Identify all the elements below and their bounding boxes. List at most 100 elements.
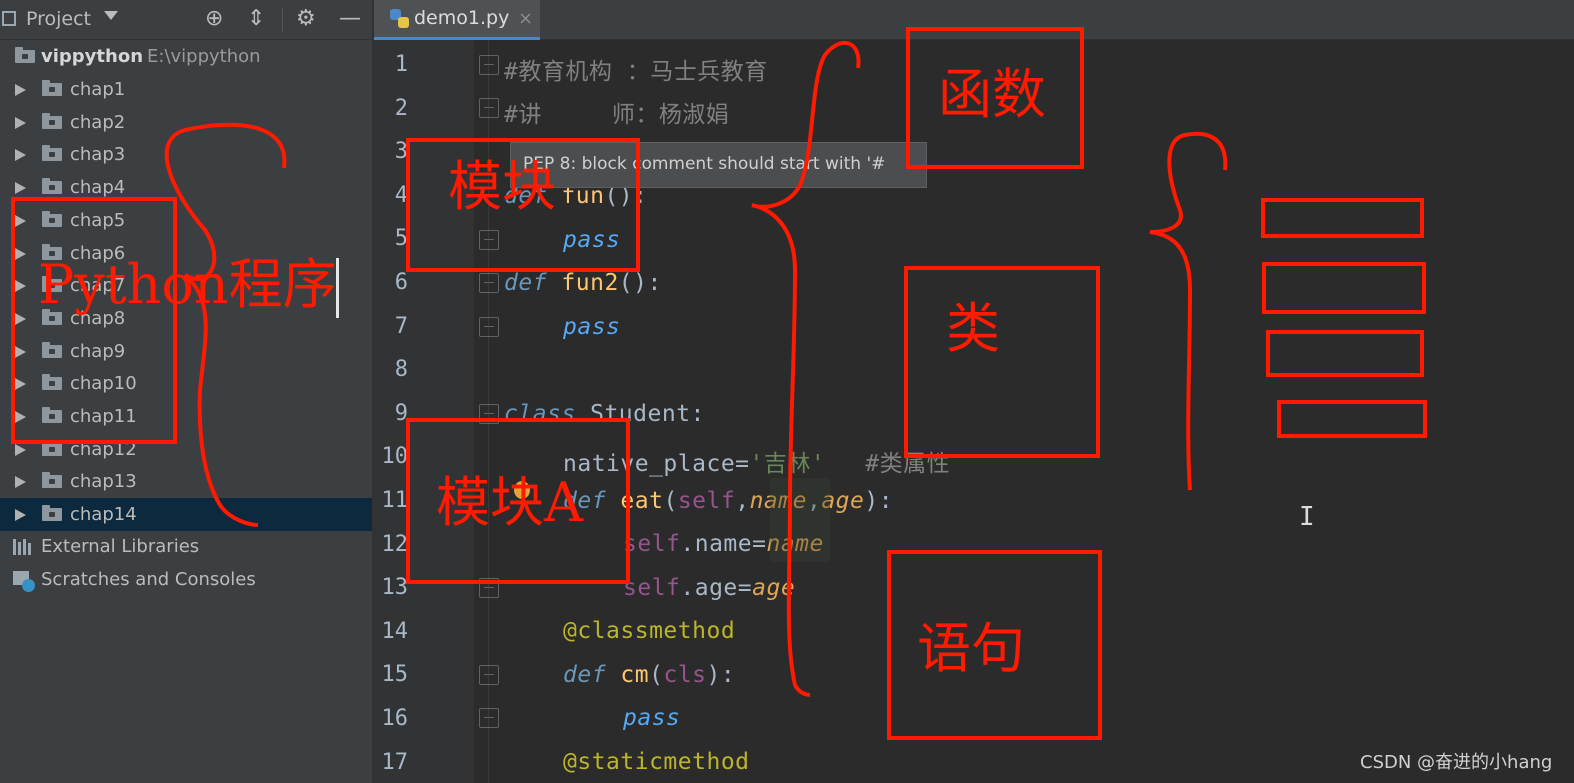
project-panel-header: Project ⊕ ⇕ ⚙ — bbox=[0, 0, 372, 40]
fold-marker[interactable] bbox=[479, 230, 499, 250]
tree-item-label: Scratches and Consoles bbox=[41, 569, 256, 590]
expand-arrow-icon[interactable] bbox=[15, 443, 26, 456]
tree-item-label: chap7 bbox=[70, 275, 126, 297]
tree-item-chap2[interactable]: chap2 bbox=[0, 106, 372, 139]
tree-root-path: E:\vippython bbox=[147, 46, 261, 67]
code-line-6: def fun2(): bbox=[504, 270, 662, 296]
folder-icon bbox=[42, 472, 62, 489]
line-number: 2 bbox=[394, 95, 408, 121]
fold-marker[interactable] bbox=[479, 98, 499, 118]
folder-icon bbox=[42, 308, 62, 325]
expand-arrow-icon[interactable] bbox=[15, 280, 26, 293]
minimize-icon[interactable]: — bbox=[339, 6, 361, 32]
scratch-badge-icon bbox=[22, 579, 35, 592]
folder-icon bbox=[42, 112, 62, 129]
lightbulb-icon[interactable] bbox=[514, 481, 530, 499]
tree-item-label: chap8 bbox=[70, 307, 126, 329]
expand-arrow-icon[interactable] bbox=[15, 116, 26, 129]
code-line-13: self.age=age bbox=[623, 575, 796, 601]
expand-arrow-icon[interactable] bbox=[15, 84, 26, 96]
tree-item-external-libraries[interactable]: External Libraries bbox=[0, 530, 372, 563]
project-view-icon bbox=[2, 11, 16, 26]
tree-item-label: chap3 bbox=[70, 144, 126, 166]
line-number: 16 bbox=[381, 706, 409, 731]
collapse-icon[interactable]: ⇕ bbox=[247, 6, 265, 32]
tree-item-chap11[interactable]: chap11 bbox=[0, 400, 372, 433]
fold-marker[interactable] bbox=[479, 273, 499, 293]
line-number: 7 bbox=[394, 313, 408, 339]
tree-item-chap8[interactable]: chap8 bbox=[0, 302, 372, 335]
code-line-10: native_place='吉林' #类属性 bbox=[563, 451, 951, 477]
line-number: 1 bbox=[394, 52, 408, 77]
tree-item-chap14[interactable]: chap14 bbox=[0, 498, 372, 532]
folder-icon bbox=[42, 145, 62, 162]
library-icon bbox=[13, 539, 35, 555]
close-icon[interactable]: × bbox=[518, 8, 533, 29]
tree-item-label: chap5 bbox=[70, 209, 126, 231]
line-number: 13 bbox=[381, 575, 409, 601]
expand-arrow-icon[interactable] bbox=[15, 214, 26, 227]
folder-icon bbox=[42, 439, 62, 456]
fold-marker[interactable] bbox=[479, 665, 499, 685]
fold-marker[interactable] bbox=[479, 55, 499, 75]
expand-arrow-icon[interactable] bbox=[15, 149, 26, 162]
tree-item-label: chap9 bbox=[70, 340, 126, 362]
tree-item-chap5[interactable]: chap5 bbox=[0, 204, 372, 237]
expand-arrow-icon[interactable] bbox=[15, 476, 26, 489]
tree-item-chap6[interactable]: chap6 bbox=[0, 237, 372, 270]
tree-item-chap9[interactable]: chap9 bbox=[0, 335, 372, 368]
folder-icon bbox=[42, 505, 62, 522]
tree-root-vippython[interactable]: vippython E:\vippython bbox=[0, 40, 372, 73]
line-number: 11 bbox=[381, 488, 409, 513]
line-number: 9 bbox=[394, 400, 408, 426]
tree-item-label: chap6 bbox=[70, 242, 126, 264]
expand-arrow-icon[interactable] bbox=[15, 509, 26, 522]
editor-tab-bar: demo1.py × bbox=[374, 0, 1574, 40]
folder-icon bbox=[42, 243, 62, 260]
tree-item-chap7[interactable]: chap7 bbox=[0, 269, 372, 302]
fold-marker[interactable] bbox=[479, 708, 499, 728]
folder-icon bbox=[42, 341, 62, 358]
tab-demo1[interactable]: demo1.py × bbox=[374, 0, 540, 40]
expand-arrow-icon[interactable] bbox=[15, 247, 26, 260]
tree-item-chap4[interactable]: chap4 bbox=[0, 171, 372, 204]
tree-item-chap10[interactable]: chap10 bbox=[0, 367, 372, 400]
line-number: 6 bbox=[394, 270, 408, 295]
watermark: CSDN @奋进的小hang bbox=[1360, 752, 1553, 773]
folder-icon bbox=[42, 80, 62, 96]
folder-icon bbox=[42, 374, 62, 391]
expand-arrow-icon[interactable] bbox=[15, 182, 26, 195]
line-number: 15 bbox=[381, 662, 409, 688]
code-line-7: pass bbox=[563, 314, 621, 340]
gear-icon[interactable]: ⚙ bbox=[296, 6, 316, 32]
tree-item-chap1[interactable]: chap1 bbox=[0, 73, 372, 106]
python-file-icon bbox=[390, 9, 410, 29]
code-line-1: #教育机构 ：马士兵教育 bbox=[504, 59, 768, 85]
line-number: 14 bbox=[381, 618, 409, 644]
code-line-2: #讲 师：杨淑娟 bbox=[504, 102, 730, 128]
tree-item-label: chap13 bbox=[70, 471, 137, 493]
code-line-14: @classmethod bbox=[563, 618, 736, 644]
tree-item-label: External Libraries bbox=[41, 536, 200, 557]
expand-arrow-icon[interactable] bbox=[15, 312, 26, 325]
tree-item-label: chap12 bbox=[70, 438, 137, 460]
tree-item-chap13[interactable]: chap13 bbox=[0, 465, 372, 498]
tree-item-scratches[interactable]: Scratches and Consoles bbox=[0, 563, 372, 596]
fold-marker[interactable] bbox=[479, 404, 499, 424]
identifier-highlight bbox=[770, 478, 830, 562]
folder-icon bbox=[42, 276, 62, 293]
tree-item-label: chap4 bbox=[70, 177, 126, 199]
line-number: 4 bbox=[394, 182, 408, 208]
tree-item-label: chap11 bbox=[70, 406, 137, 427]
line-number: 12 bbox=[381, 531, 409, 557]
fold-marker[interactable] bbox=[479, 578, 499, 598]
project-panel-title[interactable]: Project bbox=[26, 8, 91, 30]
locate-icon[interactable]: ⊕ bbox=[205, 6, 223, 32]
tree-item-chap3[interactable]: chap3 bbox=[0, 138, 372, 171]
expand-arrow-icon[interactable] bbox=[15, 378, 26, 391]
expand-arrow-icon[interactable] bbox=[15, 411, 26, 423]
expand-arrow-icon[interactable] bbox=[15, 345, 26, 358]
fold-marker[interactable] bbox=[479, 317, 499, 337]
tree-item-chap12[interactable]: chap12 bbox=[0, 433, 372, 466]
chevron-down-icon[interactable] bbox=[104, 11, 118, 20]
